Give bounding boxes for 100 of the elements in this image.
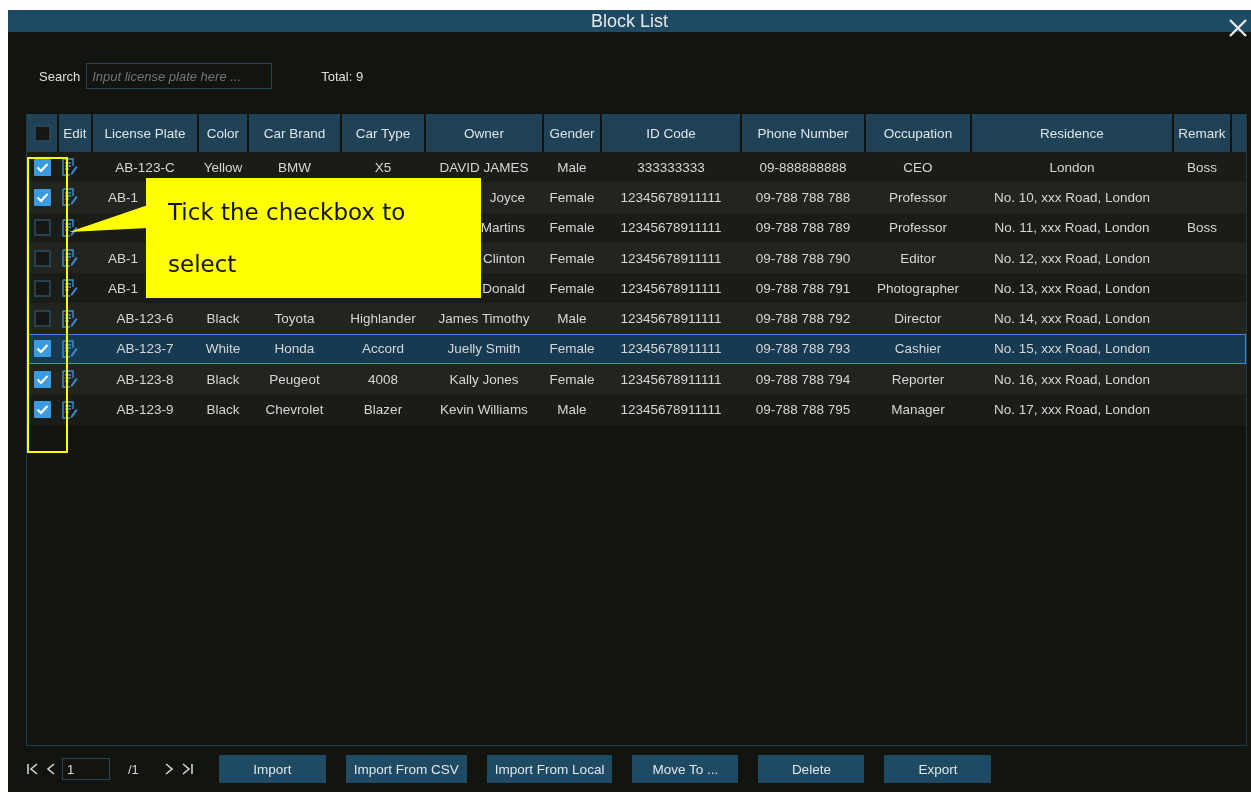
table-cell: Toyota [274, 311, 315, 327]
previous-page-icon[interactable] [45, 762, 57, 776]
checkbox[interactable] [34, 219, 51, 237]
table-cell: 09-788 788 788 [755, 189, 851, 205]
window-title: Block List [591, 10, 668, 32]
checkbox[interactable] [34, 401, 51, 418]
table-cell: London [1049, 159, 1095, 175]
edit-icon[interactable] [62, 218, 78, 237]
table-cell: Accord [362, 341, 404, 357]
table-cell: X5 [374, 159, 392, 175]
checkbox[interactable] [34, 310, 51, 328]
edit-icon[interactable] [62, 309, 78, 328]
column-header: Car Brand [248, 114, 341, 152]
action-button[interactable]: Import From CSV [345, 755, 467, 783]
table-cell: Manager [891, 402, 945, 417]
checkbox[interactable] [34, 188, 51, 206]
table-cell: Female [549, 250, 595, 266]
column-header: Edit [58, 114, 92, 152]
edit-icon[interactable] [62, 158, 78, 177]
table-cell: Male [557, 311, 587, 327]
table-cell: Editor [900, 250, 936, 266]
table-cell: AB-1 [108, 280, 138, 296]
table-row[interactable]: AB-123-C Yellow BMW X5 DAVID JAMES Male 333333333 09-888888888 CEO London Boss [27, 152, 1246, 183]
table-cell: No. 14, xxx Road, London [993, 311, 1151, 327]
checkbox[interactable] [34, 279, 51, 297]
table-cell: No. 16, xxx Road, London [993, 371, 1151, 387]
edit-icon[interactable] [62, 370, 78, 389]
table-cell: AB-123-9 [116, 402, 174, 417]
table-cell: DAVID JAMES [439, 159, 529, 175]
table-cell: 12345678911111 [620, 341, 722, 357]
table-cell: 09-788 788 794 [755, 371, 851, 387]
table-cell: Joyce [489, 189, 525, 205]
table-cell: 12345678911111 [620, 371, 722, 387]
table-cell: 12345678911111 [620, 220, 722, 236]
search-label: Search [39, 68, 81, 84]
table-cell: 09-788 788 795 [755, 402, 851, 417]
action-button[interactable]: Export [884, 755, 992, 783]
table-cell: 09-788 788 792 [755, 311, 851, 327]
table-cell: Female [549, 341, 595, 357]
column-header: Residence [971, 114, 1173, 152]
action-button[interactable]: Delete [758, 755, 865, 783]
page-field[interactable]: 1 [62, 758, 110, 780]
column-header: Remark [1173, 114, 1231, 152]
first-page-icon[interactable] [26, 762, 40, 776]
table-cell: No. 10, xxx Road, London [993, 189, 1151, 205]
table-cell: No. 12, xxx Road, London [993, 250, 1151, 266]
total-count: Total: 9 [321, 68, 364, 84]
table-cell: Black [206, 371, 240, 387]
table-row[interactable]: AB-123-7 White Honda Accord Juelly Smith Female 12345678911111 09-788 788 793 Cashier No. 15, xxx Road, London [27, 333, 1246, 365]
edit-icon[interactable] [62, 249, 78, 268]
checkbox[interactable] [34, 370, 51, 388]
table-cell: Peugeot [269, 371, 320, 387]
table-cell: 09-788 788 790 [755, 250, 851, 266]
table-cell: 09-788 788 791 [755, 280, 851, 296]
table-cell: Male [557, 159, 587, 175]
column-header: License Plate [92, 114, 198, 152]
search-field[interactable]: Input license plate here ... [86, 63, 273, 89]
table-cell: Black [206, 402, 240, 417]
edit-icon[interactable] [62, 188, 78, 207]
table-cell: No. 11, xxx Road, London [994, 220, 1150, 236]
table-cell: 12345678911111 [620, 311, 722, 327]
table-cell: Female [549, 189, 595, 205]
action-button[interactable]: Import [218, 755, 326, 783]
table-cell: 333333333 [637, 159, 705, 175]
table-row[interactable]: AB-123-9 Black Chevrolet Blazer Kevin Williams Male 12345678911111 09-788 788 795 Manager No. 17, xxx Road, London [27, 394, 1246, 425]
checkbox[interactable] [34, 340, 51, 358]
edit-icon[interactable] [62, 400, 78, 419]
table-cell: Yellow [203, 159, 243, 175]
table-cell: Martins [480, 220, 525, 236]
checkbox[interactable] [34, 249, 51, 267]
checkbox[interactable] [33, 124, 51, 142]
edit-icon[interactable] [62, 339, 78, 358]
column-header: Owner [425, 114, 543, 152]
table-cell: Blazer [363, 402, 403, 417]
table-cell: Boss [1187, 220, 1217, 236]
table-cell: Reporter [891, 371, 945, 387]
table-cell: No. 17, xxx Road, London [993, 402, 1151, 417]
table-cell: Female [549, 280, 595, 296]
table-cell: AB-123-6 [116, 311, 174, 327]
action-button[interactable]: Move To ... [632, 755, 739, 783]
table-cell: Cashier [894, 341, 942, 357]
table-row[interactable]: AB-123-8 Black Peugeot 4008 Kally Jones Female 12345678911111 09-788 788 794 Reporter No. 16, xxx Road, London [27, 364, 1246, 395]
table-cell: Professor [889, 220, 947, 236]
table-cell: AB-123-C [115, 159, 175, 175]
table-cell: Boss [1187, 159, 1217, 175]
close-icon[interactable] [1228, 18, 1248, 38]
table-cell: AB-1 [108, 250, 138, 266]
table-cell: 12345678911111 [620, 402, 722, 417]
table-cell: Director [894, 311, 942, 327]
edit-icon[interactable] [62, 279, 78, 298]
table-cell: 09-788 788 793 [755, 341, 851, 357]
table-cell: AB-123-8 [116, 371, 174, 387]
callout-text: Tick the checkbox to select [146, 178, 481, 298]
table-cell: AB-123-7 [116, 341, 174, 357]
table-cell: 4008 [367, 371, 398, 387]
table-cell: Chevrolet [265, 402, 324, 417]
table-row[interactable]: AB-123-6 Black Toyota Highlander James Timothy Male 12345678911111 09-788 788 792 Director No. 14, xxx Road, London [27, 303, 1246, 334]
action-button[interactable]: Import From Local [486, 755, 613, 783]
column-header: Gender [543, 114, 601, 152]
table-cell: 09-788 788 789 [755, 220, 851, 236]
